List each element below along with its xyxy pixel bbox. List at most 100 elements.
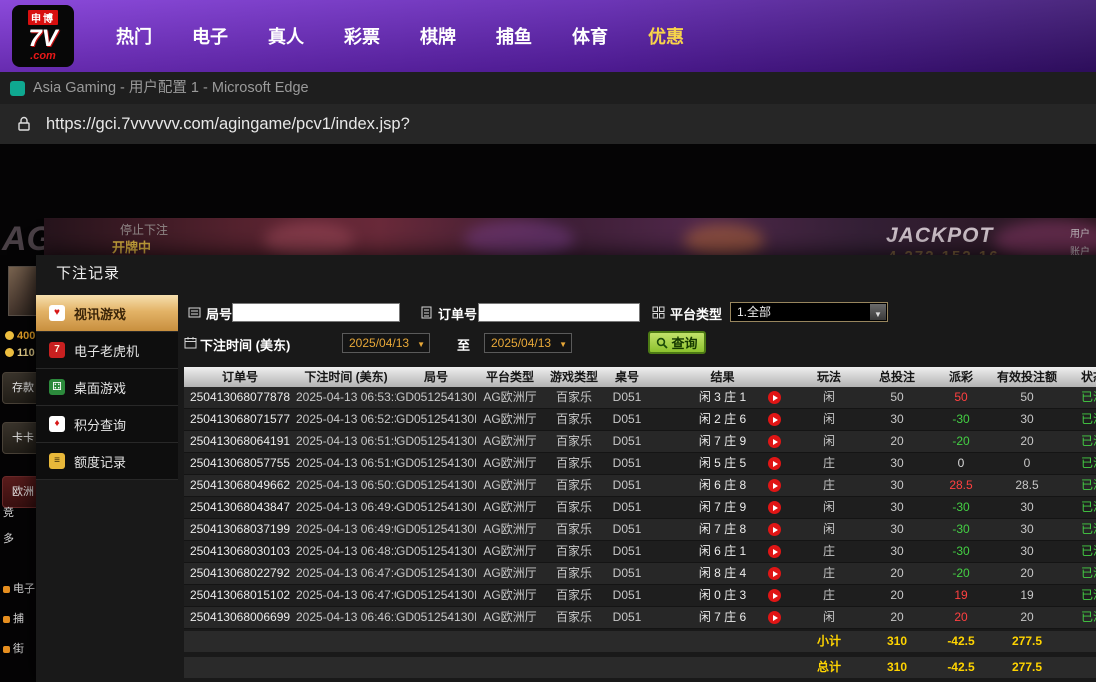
cell-play: 闲 [822, 390, 835, 404]
result-text: 闲 8 庄 4 [698, 566, 747, 580]
cell-round-id: GD051254130PJ [396, 478, 476, 492]
replay-icon[interactable] [768, 545, 781, 558]
balance-amount-1: 400 [5, 330, 35, 342]
cell-total-bet: 50 [890, 390, 904, 404]
sidebar-item-label: 桌面游戏 [74, 380, 127, 396]
cell-game-type: 百家乐 [555, 522, 592, 536]
table-row: 250413068037199 2025-04-13 06:49:08GD0512… [184, 519, 1096, 541]
cell-status: 已派 [1080, 412, 1096, 426]
sidebar-item-额度记录[interactable]: ≡ 额度记录 [36, 443, 178, 480]
date-from-select[interactable]: 2025/04/13 [342, 333, 430, 353]
cell-valid-bet: 20 [1020, 434, 1034, 448]
replay-icon[interactable] [768, 391, 781, 404]
cell-game-type: 百家乐 [555, 500, 592, 514]
cell-play: 闲 [822, 500, 835, 514]
platform-type-select[interactable]: 1.全部 [730, 302, 888, 322]
sidebar-item-label: 积分查询 [74, 417, 127, 433]
column-header-platform: 平台类型 [485, 370, 534, 384]
lobby-button-街[interactable]: 街 [3, 640, 24, 656]
lobby-button-多[interactable]: 多 [3, 530, 14, 546]
search-button-label: 查询 [671, 336, 698, 351]
chevron-down-icon [559, 334, 567, 354]
result-text: 闲 6 庄 8 [698, 478, 747, 492]
cell-play: 闲 [822, 412, 835, 426]
replay-icon[interactable] [768, 435, 781, 448]
nav-item-电子[interactable]: 电子 [192, 23, 228, 49]
dice-icon: ⚃ [49, 379, 65, 395]
sidebar-item-label: 视讯游戏 [74, 306, 127, 322]
grandtotal-label: 总计 [816, 660, 841, 674]
cell-platform: AG欧洲厅 [483, 456, 537, 470]
lobby-button-捕[interactable]: 捕 [3, 610, 24, 626]
cell-status: 已派 [1080, 478, 1096, 492]
sidebar-item-视讯游戏[interactable]: ♥ 视讯游戏 [36, 295, 178, 332]
result-text: 闲 2 庄 6 [698, 412, 747, 426]
cell-order-id: 250413068006699 [189, 610, 291, 624]
chevron-down-icon [417, 334, 425, 354]
balance-amount-2: 110 [5, 347, 35, 359]
table-body: 2504130680778782025-04-13 06:53:10GD0512… [184, 387, 1096, 629]
cell-platform: AG欧洲厅 [483, 588, 537, 602]
sidebar-item-电子老虎机[interactable]: 7 电子老虎机 [36, 332, 178, 369]
cell-play: 闲 [822, 434, 835, 448]
cell-bet-time: 2025-04-13 06:53:10 [296, 390, 396, 404]
subtotal-spacer [184, 631, 795, 652]
banner-art [684, 224, 764, 258]
cell-platform: AG欧洲厅 [483, 544, 537, 558]
round-number-label: 局号 [206, 307, 233, 322]
replay-icon[interactable] [768, 501, 781, 514]
replay-icon[interactable] [768, 523, 781, 536]
cell-total-bet: 30 [890, 412, 904, 426]
order-number-input[interactable] [478, 303, 640, 322]
nav-item-体育[interactable]: 体育 [572, 23, 608, 49]
replay-icon[interactable] [768, 413, 781, 426]
cell-valid-bet: 20 [1020, 566, 1034, 580]
cell-bet-time: 2025-04-13 06:49:08 [296, 522, 396, 536]
column-header-result: 结果 [710, 370, 735, 384]
address-bar[interactable]: https://gci.7vvvvvv.com/agingame/pcv1/in… [0, 104, 1096, 145]
result-text: 闲 7 庄 8 [698, 522, 747, 536]
platform-type-label: 平台类型 [670, 307, 723, 322]
search-icon [657, 337, 669, 349]
cell-platform: AG欧洲厅 [483, 478, 537, 492]
nav-item-热门[interactable]: 热门 [116, 23, 152, 49]
lobby-button-电子[interactable]: 电子 [3, 580, 35, 596]
cell-order-id: 250413068022792 [189, 566, 291, 580]
grandtotal-payout: -42.5 [947, 660, 975, 674]
replay-icon[interactable] [768, 567, 781, 580]
user-mini-label[interactable]: 用户 [1070, 225, 1090, 240]
cell-order-id: 250413068043847 [189, 500, 291, 514]
cell-game-type: 百家乐 [555, 610, 592, 624]
nav-item-彩票[interactable]: 彩票 [344, 23, 380, 49]
sidebar-item-积分查询[interactable]: ♦ 积分查询 [36, 406, 178, 443]
cell-total-bet: 30 [890, 544, 904, 558]
cell-result: 闲 7 庄 9 [650, 497, 795, 518]
replay-icon[interactable] [768, 457, 781, 470]
search-button[interactable]: 查询 [648, 331, 706, 354]
replay-icon[interactable] [768, 611, 781, 624]
cell-table-no: D051 [612, 522, 642, 536]
cell-play: 庄 [822, 588, 835, 602]
table-row: 250413068077878 2025-04-13 06:53:10GD0512… [184, 387, 1096, 409]
date-to-value: 2025/04/13 [491, 336, 552, 350]
replay-icon[interactable] [768, 589, 781, 602]
cell-result: 闲 8 庄 4 [650, 563, 795, 584]
cell-payout: -30 [952, 412, 970, 426]
cell-payout: -30 [952, 500, 970, 514]
nav-item-优惠[interactable]: 优惠 [648, 23, 684, 49]
site-logo[interactable]: 申博 7V .com [12, 5, 74, 67]
lock-icon[interactable] [17, 116, 31, 137]
table-row: 250413068049662 2025-04-13 06:50:19GD0512… [184, 475, 1096, 497]
cell-result: 闲 2 庄 6 [650, 409, 795, 430]
nav-item-棋牌[interactable]: 棋牌 [420, 23, 456, 49]
round-number-input[interactable] [232, 303, 400, 322]
date-to-select[interactable]: 2025/04/13 [484, 333, 572, 353]
url-text[interactable]: https://gci.7vvvvvv.com/agingame/pcv1/in… [46, 104, 410, 144]
sidebar-item-桌面游戏[interactable]: ⚃ 桌面游戏 [36, 369, 178, 406]
replay-icon[interactable] [768, 479, 781, 492]
lobby-button-竞[interactable]: 竞 [3, 504, 14, 520]
cell-bet-time: 2025-04-13 06:48:27 [296, 544, 396, 558]
nav-item-真人[interactable]: 真人 [268, 23, 304, 49]
cell-round-id: GD051254130PM [396, 412, 476, 426]
nav-item-捕鱼[interactable]: 捕鱼 [496, 23, 532, 49]
